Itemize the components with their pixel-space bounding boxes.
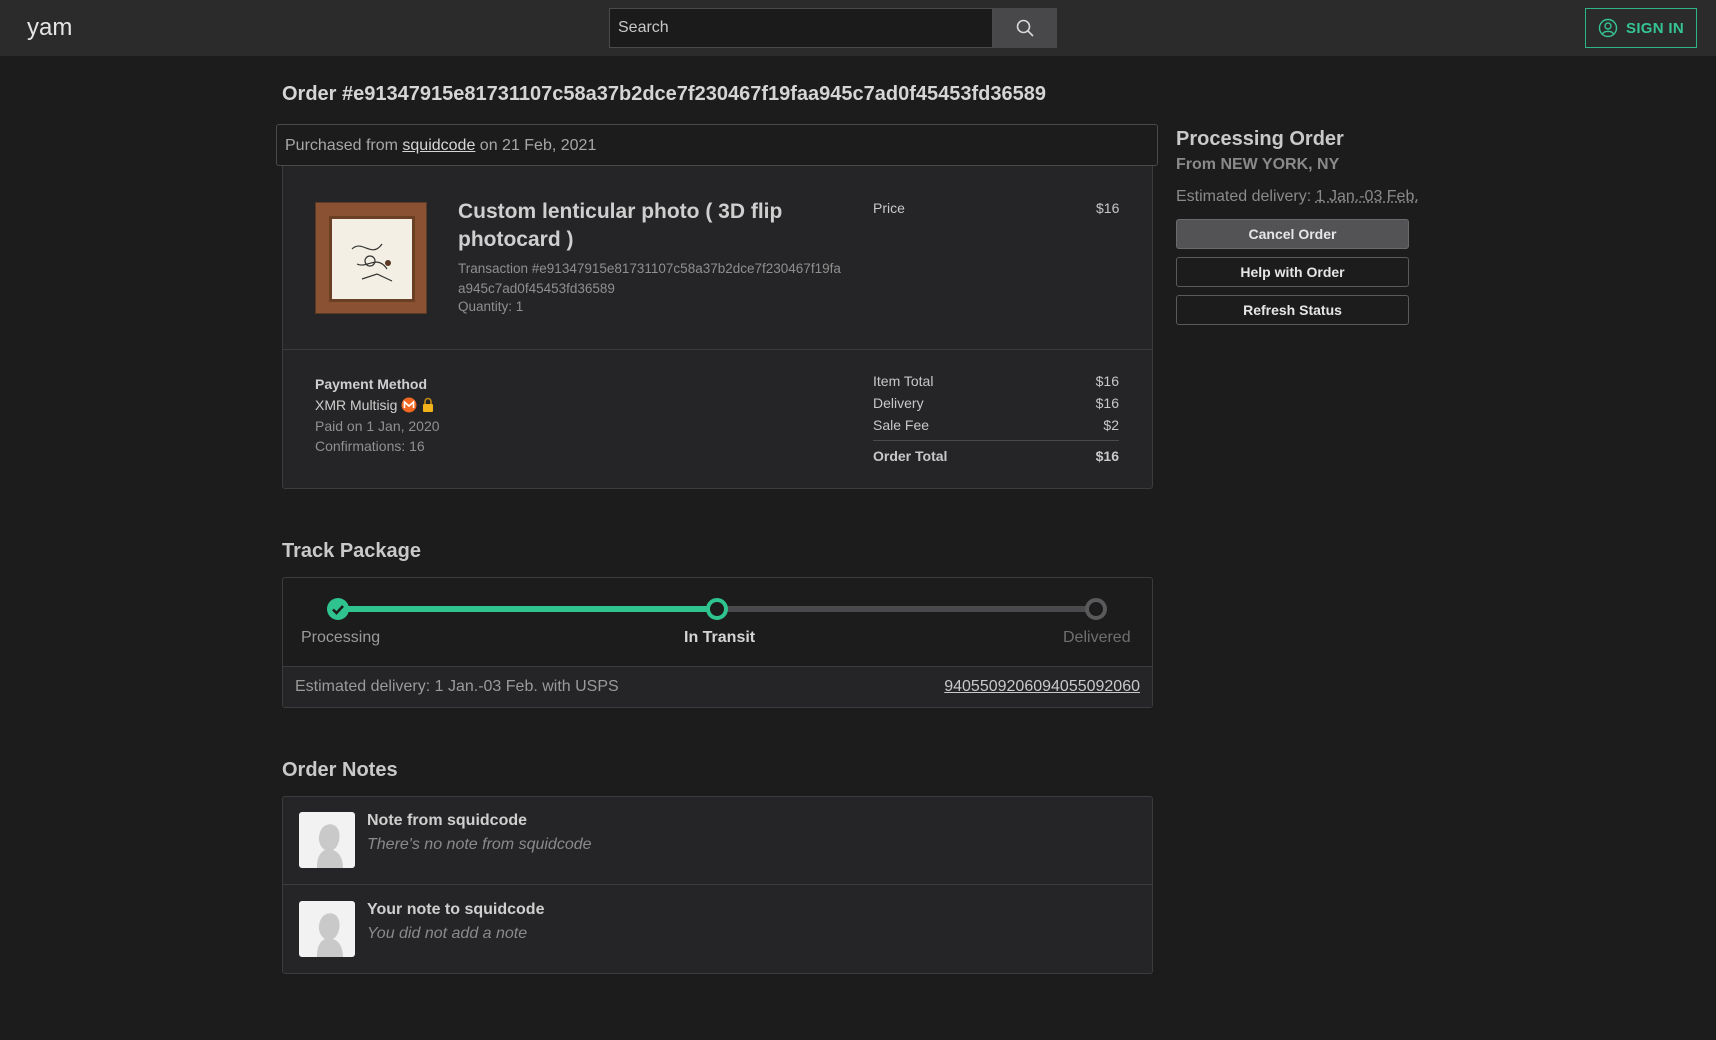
item-total-row: Item Total $16 bbox=[873, 373, 1119, 389]
status-title: Processing Order bbox=[1176, 128, 1344, 150]
step-processing-check-icon bbox=[327, 598, 349, 620]
sale-fee-row: Sale Fee $2 bbox=[873, 417, 1119, 433]
item-title[interactable]: Custom lenticular photo ( 3D flip photoc… bbox=[458, 198, 818, 254]
delivery-label: Delivery bbox=[873, 395, 924, 411]
purchased-prefix: Purchased from bbox=[285, 137, 398, 154]
help-with-order-button[interactable]: Help with Order bbox=[1176, 257, 1409, 287]
sale-fee-label: Sale Fee bbox=[873, 417, 930, 433]
avatar-placeholder-icon bbox=[317, 824, 343, 868]
item-total-label: Item Total bbox=[873, 373, 934, 389]
monero-icon bbox=[401, 397, 417, 413]
notes-divider bbox=[283, 884, 1152, 885]
payment-method-title: Payment Method bbox=[315, 376, 428, 392]
step-delivered-dot bbox=[1085, 598, 1107, 620]
item-total-value: $16 bbox=[1095, 373, 1119, 389]
status-estimated-delivery: Estimated delivery: 1 Jan.-03 Feb. bbox=[1176, 188, 1419, 206]
order-total-value: $16 bbox=[1095, 448, 1119, 464]
payment-method: XMR Multisig bbox=[315, 397, 435, 413]
cancel-order-button[interactable]: Cancel Order bbox=[1176, 219, 1409, 249]
price-value: $16 bbox=[1096, 200, 1120, 216]
order-total-label: Order Total bbox=[873, 448, 948, 464]
seller-note-title: Note from squidcode bbox=[367, 812, 528, 829]
search-icon bbox=[1016, 19, 1034, 37]
delivery-row: Delivery $16 bbox=[873, 395, 1119, 411]
purchased-date: on 21 Feb, 2021 bbox=[479, 137, 597, 154]
seller-note-body: There's no note from squidcode bbox=[367, 836, 592, 853]
product-image-card bbox=[329, 216, 415, 302]
est-dates[interactable]: 1 Jan.-03 Feb. bbox=[1316, 188, 1419, 205]
seller-avatar bbox=[299, 812, 355, 868]
seller-link[interactable]: squidcode bbox=[402, 137, 475, 154]
tracking-footer: Estimated delivery: 1 Jan.-03 Feb. with … bbox=[283, 666, 1152, 707]
logo[interactable]: yam bbox=[27, 14, 72, 42]
order-title: Order #e91347915e81731107c58a37b2dce7f23… bbox=[282, 83, 1046, 105]
refresh-status-button[interactable]: Refresh Status bbox=[1176, 295, 1409, 325]
search-input[interactable] bbox=[609, 8, 993, 48]
payment-method-name: XMR Multisig bbox=[315, 397, 398, 413]
price-label: Price bbox=[873, 200, 905, 216]
buyer-avatar bbox=[299, 901, 355, 957]
est-prefix: Estimated delivery: bbox=[1176, 188, 1312, 205]
buyer-note-title: Your note to squidcode bbox=[367, 901, 545, 918]
tracking-estimate: Estimated delivery: 1 Jan.-03 Feb. with … bbox=[295, 678, 619, 695]
tracking-number-link[interactable]: 9405509206094055092060 bbox=[944, 678, 1140, 696]
summary-divider bbox=[873, 440, 1119, 441]
progress-fill bbox=[338, 606, 717, 612]
sketch-drawing-icon bbox=[351, 243, 393, 282]
status-origin: From NEW YORK, NY bbox=[1176, 156, 1340, 173]
paid-on: Paid on 1 Jan, 2020 bbox=[315, 418, 440, 434]
sale-fee-value: $2 bbox=[1103, 417, 1119, 433]
quantity: Quantity: 1 bbox=[458, 299, 524, 314]
product-image[interactable] bbox=[315, 202, 427, 314]
step-label-processing: Processing bbox=[301, 629, 381, 646]
track-package-title: Track Package bbox=[282, 540, 421, 562]
step-label-delivered: Delivered bbox=[1063, 629, 1131, 646]
search-bar bbox=[609, 8, 1057, 48]
top-navbar: yam SIGN IN bbox=[0, 0, 1716, 56]
step-label-in-transit: In Transit bbox=[684, 629, 756, 646]
transaction-id: Transaction #e91347915e81731107c58a37b2d… bbox=[458, 261, 841, 296]
confirmations: Confirmations: 16 bbox=[315, 438, 425, 454]
order-notes-title: Order Notes bbox=[282, 759, 398, 781]
user-circle-icon bbox=[1598, 18, 1618, 38]
order-total-row: Order Total $16 bbox=[873, 448, 1119, 464]
avatar-placeholder-icon bbox=[317, 913, 343, 957]
sign-in-button[interactable]: SIGN IN bbox=[1585, 8, 1697, 48]
lock-icon bbox=[423, 397, 434, 412]
delivery-value: $16 bbox=[1095, 395, 1119, 411]
purchased-info: Purchased from squidcode on 21 Feb, 2021 bbox=[276, 124, 1158, 166]
card-divider bbox=[283, 349, 1152, 350]
step-in-transit-dot bbox=[706, 598, 728, 620]
buyer-note-body: You did not add a note bbox=[367, 925, 528, 942]
sign-in-label: SIGN IN bbox=[1626, 19, 1684, 37]
search-button[interactable] bbox=[993, 8, 1057, 48]
